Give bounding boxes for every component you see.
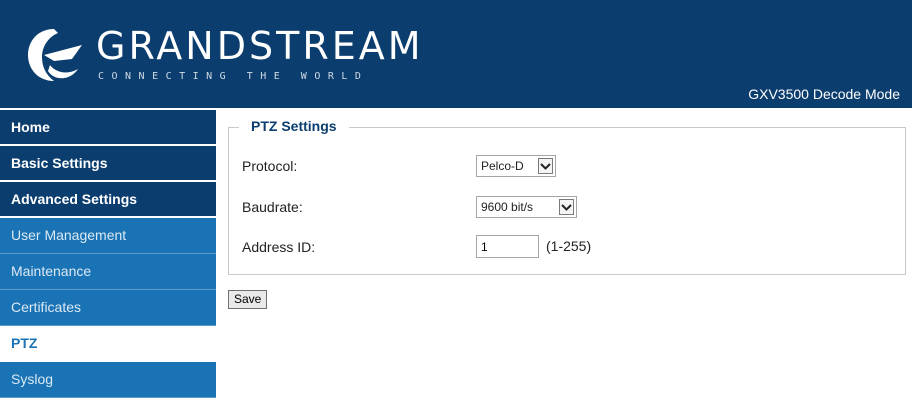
brand-tagline: CONNECTING THE WORLD — [98, 71, 369, 82]
save-button[interactable]: Save — [228, 290, 268, 309]
sidebar-item-advanced-settings[interactable]: Advanced Settings — [0, 182, 216, 218]
brand-name: GRANDSTREAM — [96, 24, 424, 68]
baudrate-label: Baudrate: — [242, 199, 303, 215]
ptz-settings-legend: PTZ Settings — [239, 118, 349, 134]
baudrate-select-value: 9600 bit/s — [481, 200, 534, 214]
grandstream-logo-icon — [28, 29, 82, 81]
address-id-range-hint: (1-255) — [546, 238, 592, 254]
chevron-down-icon — [559, 199, 574, 215]
sidebar-item-syslog[interactable]: Syslog — [0, 362, 216, 398]
device-mode-title: GXV3500 Decode Mode — [748, 86, 900, 102]
sidebar-item-user-management[interactable]: User Management — [0, 218, 216, 254]
sidebar-nav: Home Basic Settings Advanced Settings Us… — [0, 110, 216, 398]
sidebar-item-basic-settings[interactable]: Basic Settings — [0, 146, 216, 182]
address-id-label: Address ID: — [242, 239, 316, 255]
sidebar-item-certificates[interactable]: Certificates — [0, 290, 216, 326]
sidebar-item-home[interactable]: Home — [0, 110, 216, 146]
protocol-select-value: Pelco-D — [481, 159, 524, 173]
protocol-label: Protocol: — [242, 158, 298, 174]
address-id-input[interactable] — [476, 235, 539, 258]
baudrate-select[interactable]: 9600 bit/s — [476, 196, 577, 218]
sidebar-item-maintenance[interactable]: Maintenance — [0, 254, 216, 290]
protocol-select[interactable]: Pelco-D — [476, 155, 556, 177]
chevron-down-icon — [538, 158, 553, 174]
page-header: GRANDSTREAM CONNECTING THE WORLD GXV3500… — [0, 0, 912, 108]
sidebar-item-ptz[interactable]: PTZ — [0, 326, 216, 362]
